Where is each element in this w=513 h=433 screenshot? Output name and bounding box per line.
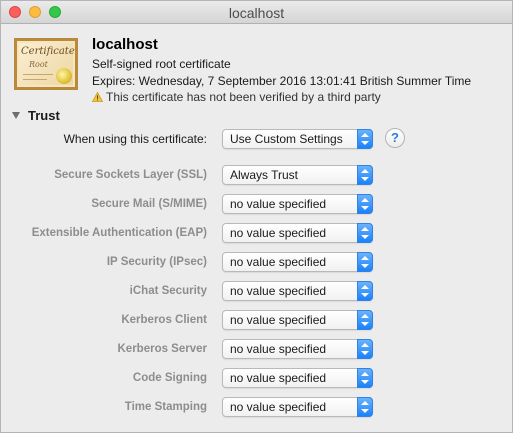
trust-label-smime: Secure Mail (S/MIME) <box>91 198 207 210</box>
popup-arrows-icon <box>357 397 373 417</box>
trust-label-eap: Extensible Authentication (EAP) <box>31 227 207 239</box>
popup-arrows-icon <box>357 223 373 243</box>
trust-popup-time-stamping[interactable]: no value specified <box>222 397 373 417</box>
trust-popup-smime[interactable]: no value specified <box>222 194 373 214</box>
trust-value-smime: no value specified <box>230 197 327 211</box>
certificate-subtitle: Self-signed root certificate <box>92 57 231 71</box>
certificate-icon-line <box>23 74 53 75</box>
certificate-window: localhost Certificate Root localhost Sel… <box>0 0 513 433</box>
trust-popup-ipsec[interactable]: no value specified <box>222 252 373 272</box>
popup-arrows-icon <box>357 281 373 301</box>
popup-arrows-icon <box>357 252 373 272</box>
trust-label-ipsec: IP Security (IPsec) <box>106 256 207 268</box>
trust-label-kerberos-server: Kerberos Server <box>117 343 208 355</box>
trust-value-time-stamping: no value specified <box>230 400 327 414</box>
trust-popup-code-signing[interactable]: no value specified <box>222 368 373 388</box>
popup-arrows-icon <box>357 165 373 185</box>
disclosure-triangle-icon <box>12 112 20 119</box>
trust-disclosure[interactable]: Trust <box>12 108 60 123</box>
title-bar: localhost <box>1 1 512 24</box>
certificate-icon-line <box>23 79 47 80</box>
when-using-value: Use Custom Settings <box>230 132 343 146</box>
trust-label-ssl: Secure Sockets Layer (SSL) <box>54 169 207 181</box>
popup-arrows-icon <box>357 310 373 330</box>
help-button[interactable]: ? <box>385 128 405 148</box>
certificate-details: Certificate Root localhost Self-signed r… <box>1 24 512 432</box>
trust-value-kerberos-server: no value specified <box>230 342 327 356</box>
trust-popup-eap[interactable]: no value specified <box>222 223 373 243</box>
certificate-icon: Certificate Root <box>14 38 78 90</box>
trust-popup-ssl[interactable]: Always Trust <box>222 165 373 185</box>
trust-value-ssl: Always Trust <box>230 168 299 182</box>
certificate-icon-subtext: Root <box>29 60 48 69</box>
popup-arrows-icon <box>357 339 373 359</box>
when-using-popup[interactable]: Use Custom Settings <box>222 129 373 149</box>
popup-arrows-icon <box>357 129 373 149</box>
popup-arrows-icon <box>357 194 373 214</box>
certificate-expiry: Expires: Wednesday, 7 September 2016 13:… <box>92 74 472 88</box>
trust-value-eap: no value specified <box>230 226 327 240</box>
when-using-label: When using this certificate: <box>63 132 207 146</box>
certificate-icon-text: Certificate <box>21 46 75 57</box>
trust-label-time-stamping: Time Stamping <box>124 401 207 413</box>
trust-value-ichat: no value specified <box>230 284 327 298</box>
trust-value-code-signing: no value specified <box>230 371 327 385</box>
warning-icon <box>92 92 103 102</box>
trust-value-kerberos-client: no value specified <box>230 313 327 327</box>
trust-label-code-signing: Code Signing <box>132 372 207 384</box>
trust-value-ipsec: no value specified <box>230 255 327 269</box>
certificate-name: localhost <box>92 36 158 53</box>
window-title: localhost <box>228 5 285 21</box>
trust-section-label: Trust <box>28 108 60 123</box>
certificate-warning: This certificate has not been verified b… <box>92 90 381 104</box>
trust-label-ichat: iChat Security <box>129 285 207 297</box>
trust-popup-ichat[interactable]: no value specified <box>222 281 373 301</box>
trust-popup-kerberos-server[interactable]: no value specified <box>222 339 373 359</box>
seal-icon <box>56 68 72 84</box>
trust-label-kerberos-client: Kerberos Client <box>121 314 207 326</box>
popup-arrows-icon <box>357 368 373 388</box>
trust-popup-kerberos-client[interactable]: no value specified <box>222 310 373 330</box>
certificate-warning-text: This certificate has not been verified b… <box>106 90 381 104</box>
